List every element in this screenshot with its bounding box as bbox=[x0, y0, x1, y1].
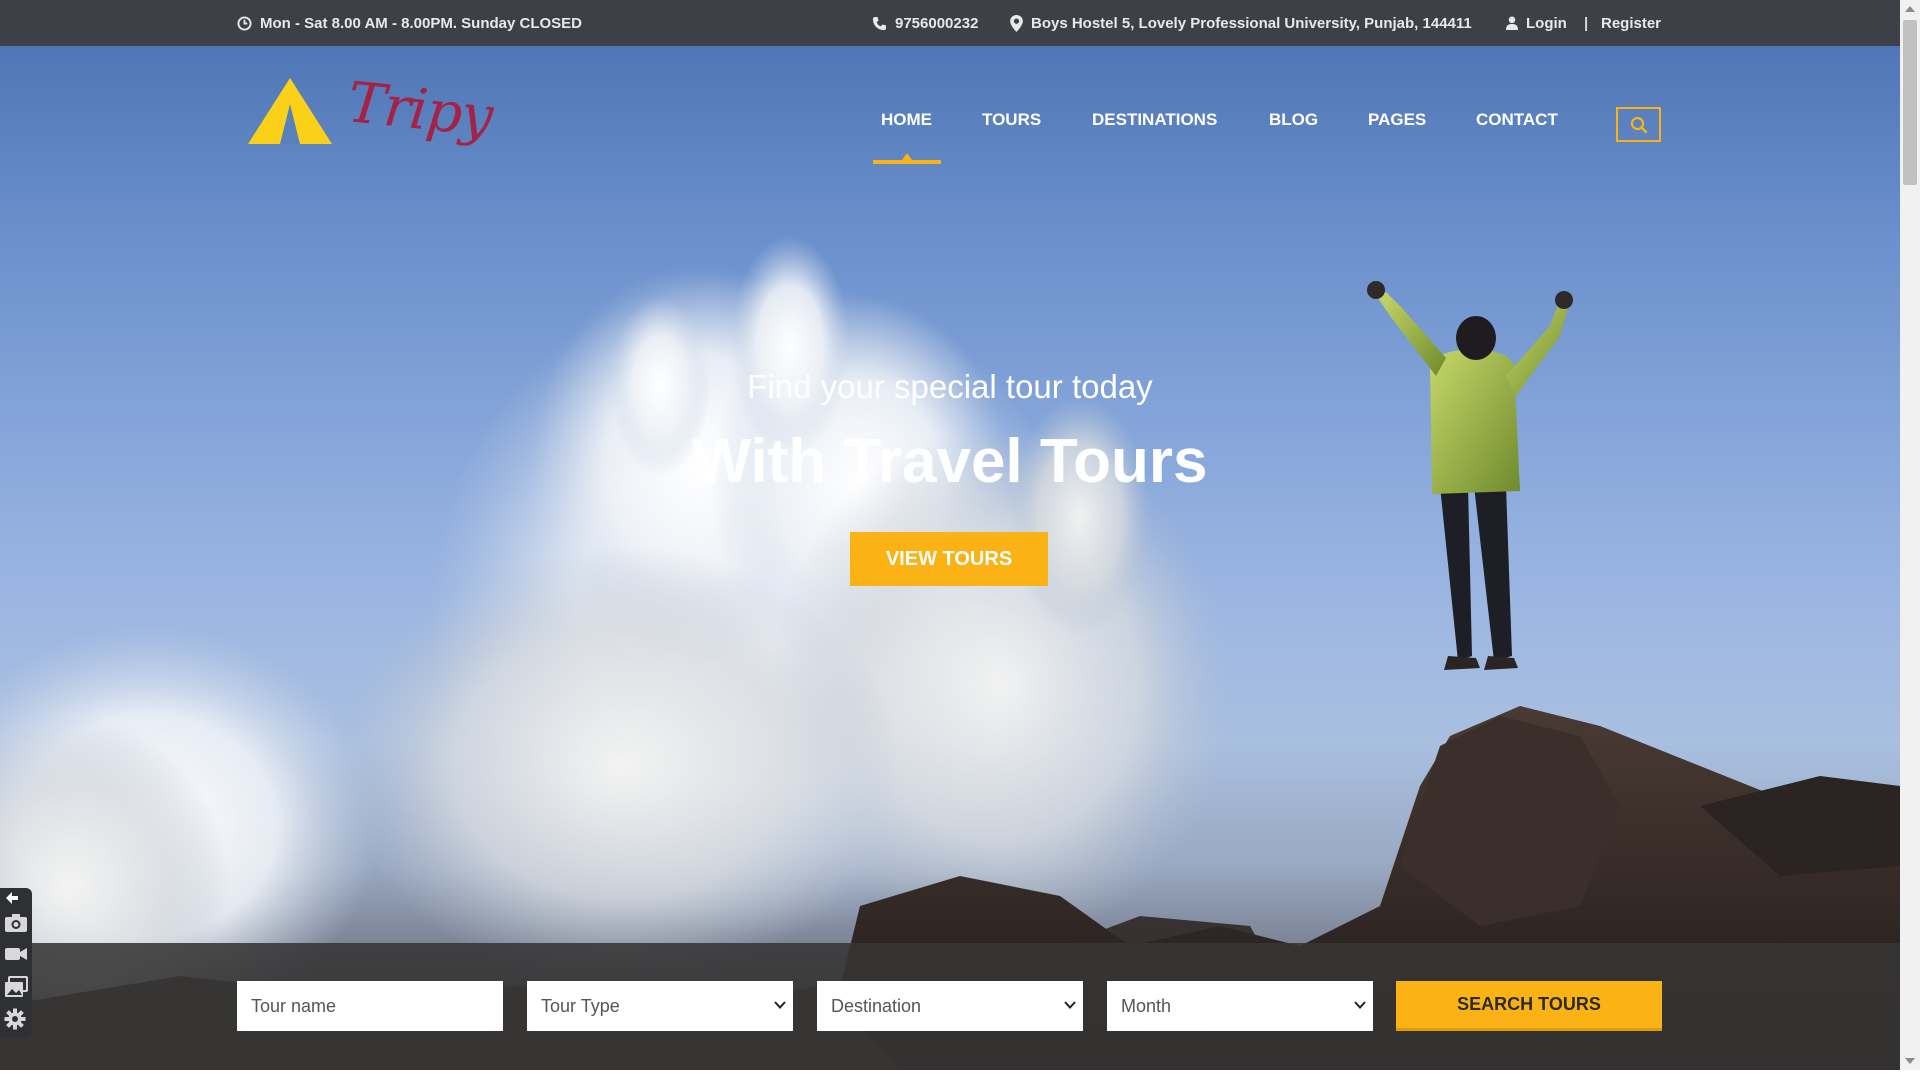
search-tours-button[interactable]: SEARCH TOURS bbox=[1396, 981, 1662, 1031]
search-icon bbox=[1630, 116, 1647, 133]
tour-type-value: Tour Type bbox=[541, 995, 620, 1016]
active-nav-underline bbox=[873, 160, 941, 164]
page-scrollbar[interactable] bbox=[1900, 0, 1920, 1070]
address-text: Boys Hostel 5, Lovely Professional Unive… bbox=[1031, 14, 1472, 32]
camera-icon[interactable] bbox=[4, 912, 28, 936]
scroll-thumb[interactable] bbox=[1903, 20, 1917, 185]
expand-icon[interactable] bbox=[4, 890, 28, 914]
scroll-down-arrow-icon[interactable] bbox=[1905, 1058, 1915, 1064]
hero-title: With Travel Tours bbox=[692, 427, 1208, 496]
logo-triangle-icon bbox=[248, 78, 332, 144]
view-tours-button[interactable]: VIEW TOURS bbox=[850, 532, 1048, 586]
phone-number: 9756000232 bbox=[895, 14, 979, 32]
chevron-down-icon bbox=[1064, 1001, 1076, 1009]
map-pin-icon bbox=[1010, 14, 1023, 32]
scroll-up-arrow-icon[interactable] bbox=[1905, 6, 1915, 12]
page-bottom-edge bbox=[0, 1070, 1900, 1080]
header-search-button[interactable] bbox=[1616, 107, 1661, 142]
gear-icon[interactable] bbox=[4, 1008, 28, 1032]
month-value: Month bbox=[1121, 995, 1172, 1016]
nav-contact[interactable]: CONTACT bbox=[1476, 110, 1558, 130]
chevron-down-icon bbox=[1354, 1001, 1366, 1009]
nav-tours[interactable]: TOURS bbox=[982, 110, 1041, 130]
opening-hours: Mon - Sat 8.00 AM - 8.00PM. Sunday CLOSE… bbox=[237, 0, 582, 46]
destination-value: Destination bbox=[831, 995, 922, 1016]
user-icon bbox=[1506, 16, 1518, 30]
active-nav-caret bbox=[902, 153, 912, 160]
login-register-separator: | bbox=[1584, 14, 1589, 32]
clock-icon bbox=[237, 15, 252, 31]
tour-type-select[interactable]: Tour Type bbox=[527, 981, 793, 1031]
nav-blog[interactable]: BLOG bbox=[1269, 110, 1318, 130]
month-select[interactable]: Month bbox=[1107, 981, 1373, 1031]
hero-subtitle: Find your special tour today bbox=[747, 368, 1153, 405]
nav-destinations[interactable]: DESTINATIONS bbox=[1092, 110, 1217, 130]
screenshot-widget-toolbar bbox=[0, 888, 32, 1038]
gallery-icon[interactable] bbox=[4, 976, 28, 1000]
address: Boys Hostel 5, Lovely Professional Unive… bbox=[1010, 0, 1472, 46]
register-link[interactable]: Register bbox=[1601, 0, 1661, 46]
chevron-down-icon bbox=[774, 1001, 786, 1009]
opening-hours-text: Mon - Sat 8.00 AM - 8.00PM. Sunday CLOSE… bbox=[260, 14, 583, 32]
phone-icon bbox=[872, 16, 887, 31]
nav-home[interactable]: HOME bbox=[881, 110, 932, 130]
destination-select[interactable]: Destination bbox=[817, 981, 1083, 1031]
nav-pages[interactable]: PAGES bbox=[1368, 110, 1426, 130]
login-label: Login bbox=[1526, 14, 1567, 32]
phone-contact[interactable]: 9756000232 bbox=[872, 0, 978, 46]
tour-name-input[interactable]: Tour name bbox=[237, 981, 503, 1031]
top-info-bar: Mon - Sat 8.00 AM - 8.00PM. Sunday CLOSE… bbox=[0, 0, 1900, 46]
video-icon[interactable] bbox=[4, 944, 28, 968]
login-link[interactable]: Login bbox=[1506, 0, 1567, 46]
